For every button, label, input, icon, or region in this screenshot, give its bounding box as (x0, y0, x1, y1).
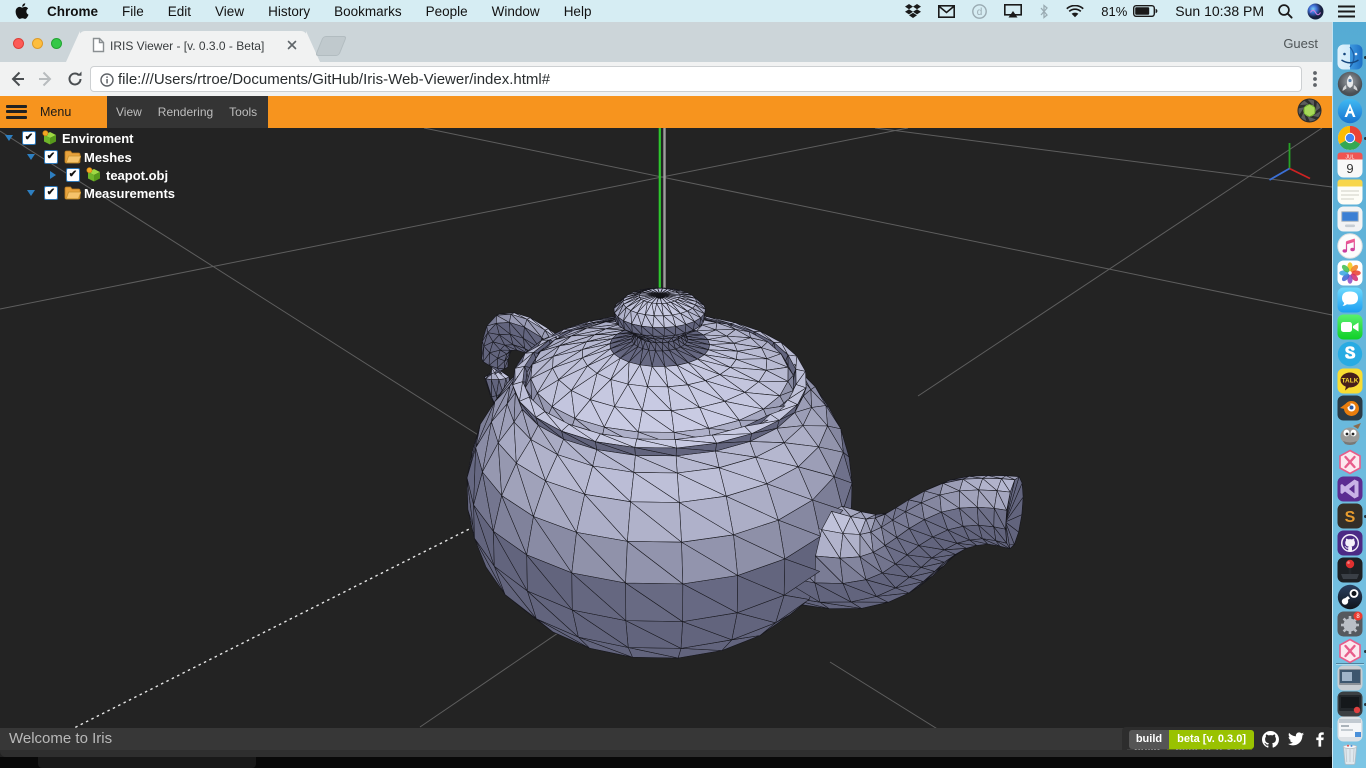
svg-text:TALK: TALK (1342, 378, 1359, 385)
svg-text:JUL: JUL (1346, 154, 1355, 160)
svg-text:9: 9 (1346, 161, 1353, 176)
svg-text:S: S (1345, 509, 1356, 526)
svg-text:d: d (977, 6, 983, 17)
